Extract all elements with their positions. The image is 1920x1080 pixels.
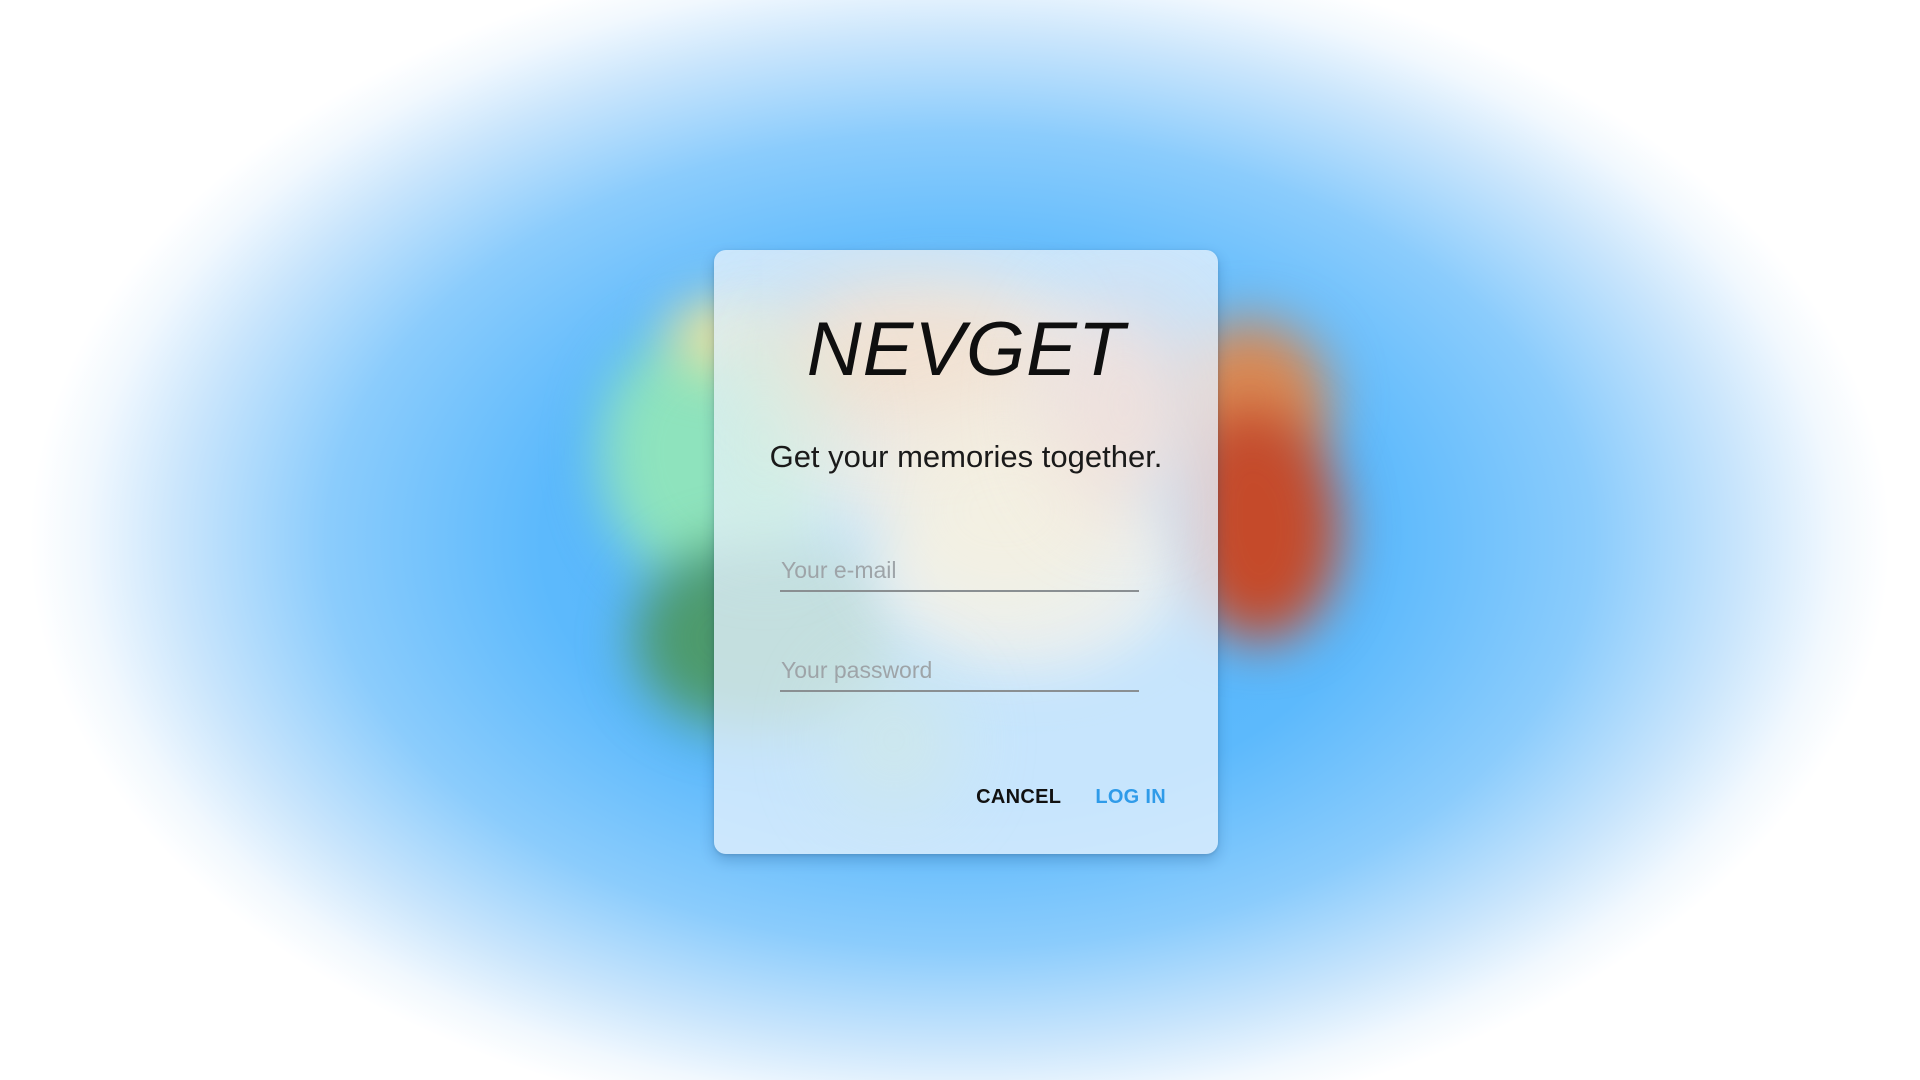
dialog-content: NEVGET Get your memories together. CANCE… bbox=[714, 250, 1218, 854]
login-button[interactable]: LOG IN bbox=[1085, 778, 1176, 817]
password-input[interactable] bbox=[780, 650, 1139, 692]
login-dialog: NEVGET Get your memories together. CANCE… bbox=[714, 250, 1218, 854]
cancel-button[interactable]: CANCEL bbox=[966, 778, 1071, 817]
app-title: NEVGET bbox=[806, 307, 1126, 392]
tagline: Get your memories together. bbox=[769, 439, 1163, 474]
dialog-actions: CANCEL LOG IN bbox=[966, 778, 1176, 817]
password-field bbox=[780, 650, 1139, 692]
email-input[interactable] bbox=[780, 550, 1139, 592]
email-field bbox=[780, 550, 1139, 592]
